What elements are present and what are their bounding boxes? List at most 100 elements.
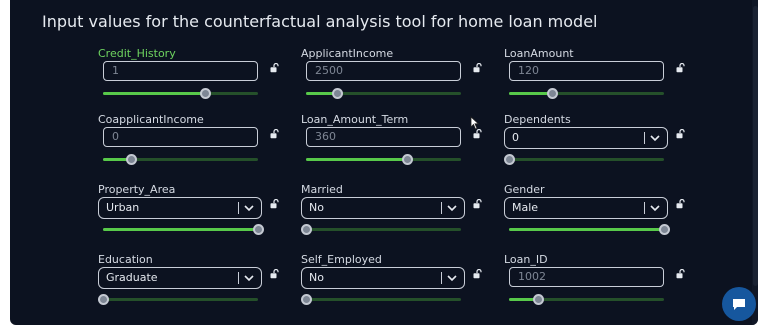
lock-open-icon[interactable] [270,269,279,279]
slider-track [103,298,258,301]
field-property-area: Property_Area Urban [98,183,279,235]
married-label: Married [301,183,343,196]
field-gender: Gender Male [504,183,685,235]
lock-open-icon[interactable] [473,269,482,279]
property-area-select[interactable]: Urban [98,197,262,219]
slider-fill [103,92,206,95]
slider-thumb[interactable] [659,224,670,235]
slider-track [306,228,461,231]
dependents-selected-value: 0 [512,131,519,144]
field-coapplicant-income: CoapplicantIncome 0 [98,113,279,165]
education-select[interactable]: Graduate [98,267,262,289]
select-separator [644,202,645,214]
app-frame: Input values for the counterfactual anal… [10,0,758,325]
slider-track [306,298,461,301]
education-label: Education [98,253,153,266]
credit-history-label: Credit_History [98,47,176,60]
slider-thumb[interactable] [125,154,137,165]
slider-thumb[interactable] [253,224,264,235]
credit-history-input[interactable]: 1 [103,61,258,81]
property-area-slider[interactable] [103,224,264,236]
self-employed-select[interactable]: No [301,267,465,289]
scrollbar[interactable] [752,0,758,325]
slider-thumb[interactable] [200,88,212,99]
loan-amount-term-label: Loan_Amount_Term [301,113,409,126]
loan-amount-slider[interactable] [509,88,664,100]
slider-thumb[interactable] [301,294,312,305]
lock-open-icon[interactable] [270,199,279,209]
loan-id-label: Loan_ID [504,253,548,266]
select-separator [644,132,645,144]
lock-open-icon[interactable] [676,129,685,139]
select-separator [441,202,442,214]
education-slider[interactable] [98,294,258,306]
gender-label: Gender [504,183,545,196]
dependents-label: Dependents [504,113,571,126]
dependents-select[interactable]: 0 [504,127,668,149]
property-area-selected-value: Urban [106,201,140,214]
field-credit-history: Credit_History 1 [98,47,279,99]
lock-open-icon[interactable] [473,63,482,73]
scrollbar-thumb[interactable] [753,6,758,286]
loan-id-input[interactable]: 1002 [509,267,664,287]
field-dependents: Dependents 0 [504,113,685,165]
applicant-income-label: ApplicantIncome [301,47,394,60]
select-separator [441,272,442,284]
chevron-down-icon [244,275,254,282]
slider-thumb[interactable] [98,294,109,305]
lock-open-icon[interactable] [473,129,482,139]
coapplicant-income-input[interactable]: 0 [103,127,258,147]
gender-select[interactable]: Male [504,197,668,219]
slider-thumb[interactable] [401,154,413,165]
chat-button[interactable] [722,287,756,321]
field-education: Education Graduate [98,253,279,305]
gender-slider[interactable] [509,224,670,236]
slider-thumb[interactable] [301,224,312,235]
field-married: Married No [301,183,482,235]
chevron-down-icon [447,275,457,282]
loan-amount-term-input[interactable]: 360 [306,127,461,147]
lock-open-icon[interactable] [270,63,279,73]
mouse-pointer-icon [470,116,480,130]
married-selected-value: No [309,201,324,214]
chat-bubble-icon [733,299,745,310]
coapplicant-income-slider[interactable] [103,154,258,166]
slider-fill [306,158,407,161]
slider-track [509,158,664,161]
field-loan-amount-term: Loan_Amount_Term 360 [301,113,482,165]
self-employed-label: Self_Employed [301,253,382,266]
field-loan-id: Loan_ID 1002 [504,253,685,305]
married-select[interactable]: No [301,197,465,219]
page-title: Input values for the counterfactual anal… [42,12,598,31]
coapplicant-income-label: CoapplicantIncome [98,113,204,126]
lock-open-icon[interactable] [270,129,279,139]
loan-amount-label: LoanAmount [504,47,574,60]
slider-fill [103,228,258,231]
lock-open-icon[interactable] [676,199,685,209]
loan-id-slider[interactable] [509,294,664,306]
lock-open-icon[interactable] [473,199,482,209]
property-area-label: Property_Area [98,183,176,196]
lock-open-icon[interactable] [676,269,685,279]
self-employed-slider[interactable] [301,294,461,306]
loan-amount-term-slider[interactable] [306,154,461,166]
field-loan-amount: LoanAmount 120 [504,47,685,99]
married-slider[interactable] [301,224,461,236]
chevron-down-icon [447,205,457,212]
self-employed-selected-value: No [309,271,324,284]
slider-thumb[interactable] [547,88,559,99]
chevron-down-icon [650,135,660,142]
applicant-income-slider[interactable] [306,88,461,100]
applicant-income-input[interactable]: 2500 [306,61,461,81]
lock-open-icon[interactable] [676,63,685,73]
slider-thumb[interactable] [504,154,515,165]
dependents-slider[interactable] [504,154,664,166]
select-separator [238,202,239,214]
slider-thumb[interactable] [332,88,343,99]
credit-history-slider[interactable] [103,88,258,100]
chevron-down-icon [650,205,660,212]
loan-amount-input[interactable]: 120 [509,61,664,81]
education-selected-value: Graduate [106,271,158,284]
slider-thumb[interactable] [533,294,545,305]
field-applicant-income: ApplicantIncome 2500 [301,47,482,99]
